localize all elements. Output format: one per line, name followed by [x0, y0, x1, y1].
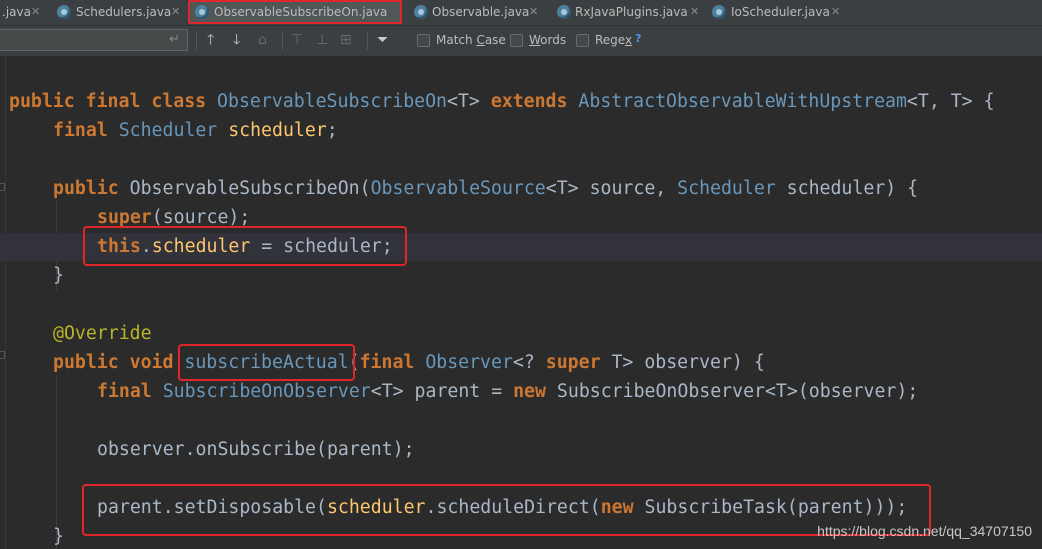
words-checkbox[interactable]	[510, 34, 523, 47]
close-icon[interactable]: ✕	[529, 0, 538, 24]
find-bar: ↵ 🡑 🡓 ⌂ ⊤ ⊥ ⊞ ⏷ Match Case Words Regex ?	[0, 26, 1042, 57]
tab-rxjava-plugins[interactable]: RxJavaPlugins.java ✕	[555, 0, 705, 24]
tab-observable[interactable]: Observable.java ✕	[412, 0, 542, 24]
close-icon[interactable]: ✕	[171, 0, 180, 24]
fold-marker-icon[interactable]	[0, 183, 5, 191]
code-line-field-declaration: final Scheduler scheduler;	[53, 120, 338, 141]
tab-label: Observable.java	[432, 5, 530, 19]
highlight-box-set-disposable	[82, 484, 931, 536]
regex-help-link[interactable]: ?	[635, 32, 641, 45]
next-occurrence-icon[interactable]: 🡓	[233, 30, 240, 50]
tab-label: .java	[2, 5, 31, 19]
toolbar-separator	[196, 32, 197, 50]
previous-occurrence-icon[interactable]: 🡑	[207, 30, 214, 50]
java-class-icon	[414, 5, 428, 19]
search-input[interactable]	[0, 29, 188, 51]
toolbar-separator	[367, 32, 368, 50]
code-line-closing-brace: }	[53, 526, 64, 547]
tab-label: RxJavaPlugins.java	[575, 5, 688, 19]
close-icon[interactable]: ✕	[31, 0, 40, 24]
code-line-closing-brace: }	[53, 265, 64, 286]
match-case-checkbox[interactable]	[417, 34, 430, 47]
code-editor[interactable]: public final class ObservableSubscribeOn…	[0, 57, 1042, 549]
toolbar-separator	[282, 32, 283, 50]
highlight-box-field-assignment	[83, 226, 407, 266]
tab-java-partial[interactable]: .java ✕	[0, 0, 44, 24]
tab-io-scheduler[interactable]: IoScheduler.java ✕	[710, 0, 845, 24]
tab-label: Schedulers.java	[76, 5, 172, 19]
tab-schedulers[interactable]: Schedulers.java ✕	[55, 0, 185, 24]
code-line-on-subscribe: observer.onSubscribe(parent);	[97, 439, 415, 460]
gutter-border	[5, 57, 6, 549]
code-line-subscribe-actual: public void subscribeActual(final Observ…	[53, 352, 765, 373]
filter-icon[interactable]: ⏷	[377, 30, 388, 50]
java-class-icon	[57, 5, 71, 19]
code-line-constructor: public ObservableSubscribeOn(ObservableS…	[53, 178, 919, 199]
java-class-icon	[712, 5, 726, 19]
code-line-override-annotation: @Override	[53, 323, 152, 344]
words-label: Words	[529, 33, 567, 47]
regex-checkbox[interactable]	[576, 34, 589, 47]
watermark-text: https://blog.csdn.net/qq_34707150	[817, 523, 1032, 539]
code-line-parent-declaration: final SubscribeOnObserver<T> parent = ne…	[97, 381, 919, 402]
find-in-path-icon[interactable]: ⌂	[258, 30, 267, 50]
java-class-icon	[557, 5, 571, 19]
add-occurrence-icon[interactable]: ⊤	[291, 30, 303, 50]
enter-icon[interactable]: ↵	[169, 32, 180, 47]
match-case-label: Match Case	[436, 33, 506, 47]
close-icon[interactable]: ✕	[831, 0, 840, 24]
select-all-occurrences-icon[interactable]: ⊞	[340, 30, 352, 50]
editor-tab-bar: .java ✕ Schedulers.java ✕ ObservableSubs…	[0, 0, 1042, 26]
active-tab-highlight-box	[188, 0, 402, 24]
regex-label: Regex	[595, 33, 633, 47]
close-icon[interactable]: ✕	[690, 0, 699, 24]
remove-occurrence-icon[interactable]: ⊥	[316, 30, 328, 50]
highlight-box-subscribe-actual	[178, 344, 355, 381]
tab-label: IoScheduler.java	[731, 5, 830, 19]
fold-marker-icon[interactable]	[0, 351, 5, 359]
code-line-class-declaration: public final class ObservableSubscribeOn…	[9, 91, 995, 112]
